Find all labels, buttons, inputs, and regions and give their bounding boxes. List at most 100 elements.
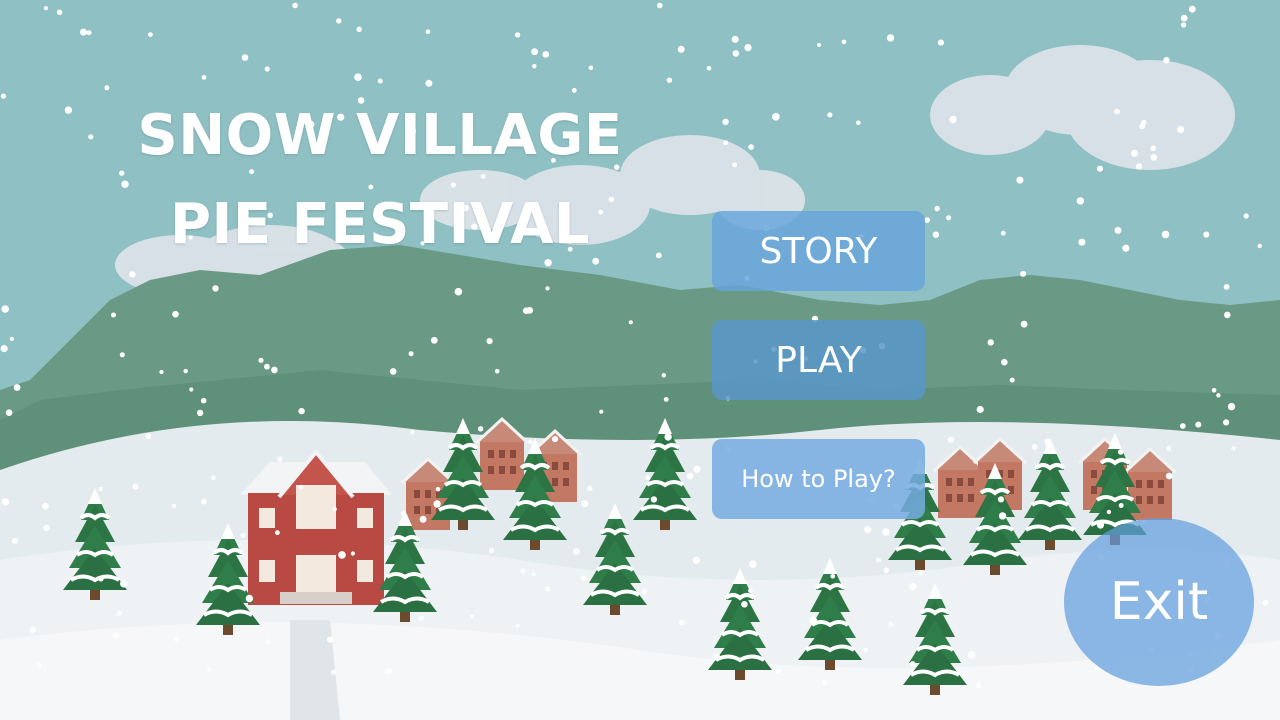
snowflake [454,287,463,296]
snowflake [418,615,424,622]
snowflake [277,456,283,462]
snowflake [56,9,63,16]
snowflake [587,485,593,492]
snowflake [377,78,383,84]
snowflake [389,368,397,375]
snowflake [1227,402,1236,411]
snowflake [1096,165,1103,172]
snowflake [772,113,780,121]
snowflake [121,180,129,188]
snowflake [679,619,685,626]
snowflake [1231,446,1236,451]
snowflake [354,73,362,81]
snowflake [1016,176,1024,184]
snowflake [686,472,694,480]
snowflake [841,39,847,45]
exit-button[interactable]: Exit [1064,518,1254,686]
snowflake [113,632,120,639]
snowflake [544,259,552,267]
snowflake [888,622,894,627]
snowflake [1165,472,1173,480]
snowflake [1117,449,1124,455]
play-button[interactable]: PLAY [712,320,925,400]
snowflake [480,174,486,179]
snowflake [332,507,337,512]
snowflake [1211,388,1217,393]
snowflake [450,182,456,188]
snowflake [713,653,721,661]
snowflake [1106,509,1112,515]
snowflake [425,29,431,34]
snowflake [731,35,739,43]
snowflake [693,465,701,473]
snowflake [245,594,254,603]
snowflake [775,668,781,674]
snowflake [145,433,152,440]
snowflake [148,32,153,37]
snowflake [1097,521,1104,529]
game-title-line2: PIE FESTIVAL [169,192,591,257]
snowflake [706,66,712,71]
snowflake [909,583,917,591]
snowflake [356,26,362,32]
snowflake [599,409,604,414]
snowflake [80,28,87,36]
snowflake [817,43,822,47]
snowflake [532,63,537,69]
snowflake [666,77,673,83]
snowflake [581,575,587,581]
snowflake [494,369,500,374]
snowflake [1114,226,1122,234]
snowflake [1118,503,1124,508]
snowflake [937,39,945,46]
snowflake [212,285,219,292]
snowflake [1114,108,1120,115]
snowflake [292,2,298,9]
snowflake [1150,154,1158,161]
snowflake [641,589,647,595]
snowflake [732,162,738,168]
snowflake [119,352,125,358]
snowflake [172,310,179,318]
snowflake [1135,163,1143,170]
snowflake [1166,446,1172,451]
how-to-play-button[interactable]: How to Play? [712,439,925,519]
snowflake [1180,14,1188,22]
snowflake [1001,358,1008,366]
snowflake [330,669,336,675]
snowflake [1203,231,1210,238]
snowflake [571,88,577,93]
snowflake [275,530,280,536]
snowflake [1031,444,1038,450]
snowflake [1076,197,1085,205]
snowflake [645,475,651,480]
snowflake [1161,230,1170,239]
snowflake [64,106,73,114]
snowflake [43,524,50,531]
snowflake [36,662,42,668]
snowflake [189,387,194,392]
snowflake [876,557,881,563]
snowflake [265,639,271,645]
game-title-line1: SNOW VILLAGE [137,103,623,168]
snowflake [98,487,103,492]
snowflake [1009,377,1015,383]
snowflake [1216,393,1221,398]
snowflake [368,184,374,190]
snowflake [119,170,125,176]
snowflake [749,560,757,568]
snowflake [201,498,207,505]
snowflake [384,667,392,675]
snowflake [748,144,754,150]
snowflake [129,271,136,278]
snowflake [338,551,346,559]
snowflake [11,537,18,544]
snowflake [116,611,122,616]
snowflake [528,439,533,445]
snowflake [132,483,139,490]
snowflake [1195,421,1202,428]
snowflake [1150,145,1156,152]
snowflake [327,636,334,643]
story-button[interactable]: STORY [712,211,925,291]
snowflake [664,433,672,441]
